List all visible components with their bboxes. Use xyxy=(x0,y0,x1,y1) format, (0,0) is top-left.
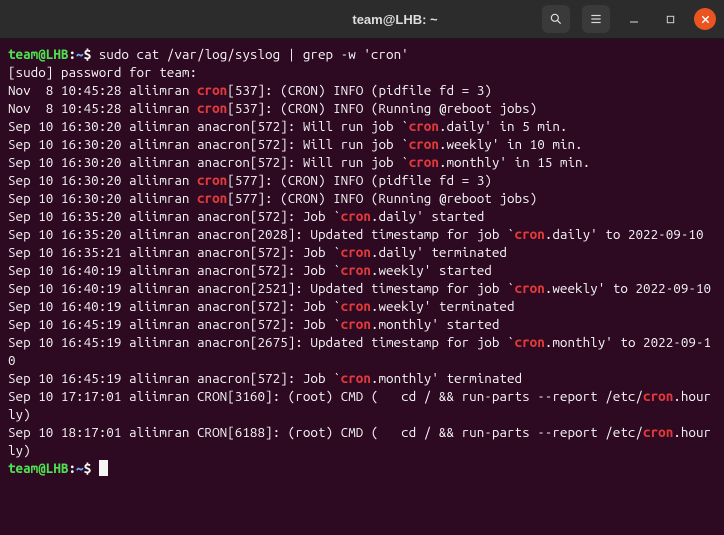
grep-highlight: cron xyxy=(515,334,545,350)
grep-highlight: cron xyxy=(643,424,673,440)
log-line: Sep 10 16:40:19 aliimran anacron[2521]: … xyxy=(8,279,716,297)
log-line: Sep 10 16:45:19 aliimran anacron[2675]: … xyxy=(8,333,716,369)
log-line: Sep 10 16:30:20 aliimran anacron[572]: W… xyxy=(8,117,716,135)
log-line: Sep 10 16:30:20 aliimran anacron[572]: W… xyxy=(8,153,716,171)
log-text-pre: Sep 10 16:35:20 aliimran anacron[572]: J… xyxy=(8,208,341,224)
log-text-post: .daily' in 5 min. xyxy=(439,118,568,134)
grep-highlight: cron xyxy=(197,172,227,188)
maximize-button[interactable] xyxy=(658,7,682,31)
log-text-pre: Sep 10 16:45:19 aliimran anacron[572]: J… xyxy=(8,316,341,332)
log-text-pre: Sep 10 16:45:19 aliimran anacron[572]: J… xyxy=(8,370,341,386)
minimize-icon xyxy=(628,13,640,25)
window-titlebar: team@LHB: ~ xyxy=(0,0,724,39)
sudo-prompt: [sudo] password for team: xyxy=(8,63,716,81)
menu-button[interactable] xyxy=(582,5,610,33)
log-text-pre: Sep 10 16:30:20 aliimran anacron[572]: W… xyxy=(8,154,409,170)
final-prompt-line: team@LHB:~$ xyxy=(8,459,716,477)
grep-highlight: cron xyxy=(341,298,371,314)
log-text-pre: Sep 10 16:30:20 aliimran xyxy=(8,172,197,188)
log-text-pre: Sep 10 16:35:21 aliimran anacron[572]: J… xyxy=(8,244,341,260)
log-text-post: .weekly' started xyxy=(371,262,492,278)
log-line: Sep 10 16:35:21 aliimran anacron[572]: J… xyxy=(8,243,716,261)
grep-highlight: cron xyxy=(515,280,545,296)
log-text-pre: Sep 10 16:35:20 aliimran anacron[2028]: … xyxy=(8,226,515,242)
log-text-post: .monthly' started xyxy=(371,316,500,332)
grep-highlight: cron xyxy=(409,118,439,134)
grep-highlight: cron xyxy=(341,262,371,278)
log-line: Sep 10 16:30:20 aliimran cron[577]: (CRO… xyxy=(8,189,716,207)
log-text-post: .daily' to 2022-09-10 xyxy=(545,226,704,242)
grep-highlight: cron xyxy=(197,190,227,206)
search-button[interactable] xyxy=(542,5,570,33)
grep-highlight: cron xyxy=(197,100,227,116)
log-text-pre: Sep 10 18:17:01 aliimran CRON[6188]: (ro… xyxy=(8,424,643,440)
log-line: Sep 10 17:17:01 aliimran CRON[3160]: (ro… xyxy=(8,387,716,423)
grep-highlight: cron xyxy=(341,208,371,224)
maximize-icon xyxy=(665,14,676,25)
log-text-post: [577]: (CRON) INFO (Running @reboot jobs… xyxy=(227,190,537,206)
window-title: team@LHB: ~ xyxy=(248,12,542,27)
log-text-pre: Sep 10 17:17:01 aliimran CRON[3160]: (ro… xyxy=(8,388,643,404)
log-line: Nov 8 10:45:28 aliimran cron[537]: (CRON… xyxy=(8,99,716,117)
log-line: Sep 10 16:35:20 aliimran anacron[2028]: … xyxy=(8,225,716,243)
log-line: Sep 10 18:17:01 aliimran CRON[6188]: (ro… xyxy=(8,423,716,459)
log-text-pre: Sep 10 16:40:19 aliimran anacron[2521]: … xyxy=(8,280,515,296)
grep-highlight: cron xyxy=(409,154,439,170)
grep-highlight: cron xyxy=(643,388,673,404)
search-icon xyxy=(549,12,563,26)
grep-highlight: cron xyxy=(197,82,227,98)
prompt-path: ~ xyxy=(76,46,84,62)
log-line: Nov 8 10:45:28 aliimran cron[537]: (CRON… xyxy=(8,81,716,99)
prompt-symbol: $ xyxy=(84,46,92,62)
log-text-post: .weekly' terminated xyxy=(371,298,515,314)
log-line: Sep 10 16:45:19 aliimran anacron[572]: J… xyxy=(8,369,716,387)
log-text-pre: Sep 10 16:40:19 aliimran anacron[572]: J… xyxy=(8,262,341,278)
log-text-pre: Nov 8 10:45:28 aliimran xyxy=(8,100,197,116)
log-text-pre: Nov 8 10:45:28 aliimran xyxy=(8,82,197,98)
grep-highlight: cron xyxy=(515,226,545,242)
cursor xyxy=(99,460,108,476)
log-text-post: [537]: (CRON) INFO (Running @reboot jobs… xyxy=(227,100,537,116)
log-line: Sep 10 16:30:20 aliimran cron[577]: (CRO… xyxy=(8,171,716,189)
grep-highlight: cron xyxy=(409,136,439,152)
close-button[interactable] xyxy=(694,8,716,30)
log-text-post: [577]: (CRON) INFO (pidfile fd = 3) xyxy=(227,172,492,188)
log-text-post: [537]: (CRON) INFO (pidfile fd = 3) xyxy=(227,82,492,98)
minimize-button[interactable] xyxy=(622,7,646,31)
log-text-pre: Sep 10 16:30:20 aliimran xyxy=(8,190,197,206)
close-icon xyxy=(700,14,711,25)
log-text-post: .monthly' terminated xyxy=(371,370,522,386)
log-text-post: .daily' started xyxy=(371,208,484,224)
hamburger-icon xyxy=(589,12,603,26)
log-text-pre: Sep 10 16:30:20 aliimran anacron[572]: W… xyxy=(8,118,409,134)
log-text-pre: Sep 10 16:30:20 aliimran anacron[572]: W… xyxy=(8,136,409,152)
prompt-line: team@LHB:~$ sudo cat /var/log/syslog | g… xyxy=(8,45,716,63)
prompt-user-host: team@LHB xyxy=(8,46,68,62)
terminal-body[interactable]: team@LHB:~$ sudo cat /var/log/syslog | g… xyxy=(0,39,724,535)
log-output: Nov 8 10:45:28 aliimran cron[537]: (CRON… xyxy=(8,81,716,459)
log-line: Sep 10 16:40:19 aliimran anacron[572]: J… xyxy=(8,297,716,315)
entered-command: sudo cat /var/log/syslog | grep -w 'cron… xyxy=(99,46,409,62)
log-line: Sep 10 16:40:19 aliimran anacron[572]: J… xyxy=(8,261,716,279)
window-controls xyxy=(542,5,716,33)
log-text-post: .daily' terminated xyxy=(371,244,507,260)
log-line: Sep 10 16:35:20 aliimran anacron[572]: J… xyxy=(8,207,716,225)
log-text-pre: Sep 10 16:45:19 aliimran anacron[2675]: … xyxy=(8,334,515,350)
grep-highlight: cron xyxy=(341,244,371,260)
log-line: Sep 10 16:45:19 aliimran anacron[572]: J… xyxy=(8,315,716,333)
log-text-post: .monthly' in 15 min. xyxy=(439,154,590,170)
log-text-pre: Sep 10 16:40:19 aliimran anacron[572]: J… xyxy=(8,298,341,314)
log-line: Sep 10 16:30:20 aliimran anacron[572]: W… xyxy=(8,135,716,153)
log-text-post: .weekly' in 10 min. xyxy=(439,136,583,152)
grep-highlight: cron xyxy=(341,316,371,332)
grep-highlight: cron xyxy=(341,370,371,386)
log-text-post: .weekly' to 2022-09-10 xyxy=(545,280,711,296)
